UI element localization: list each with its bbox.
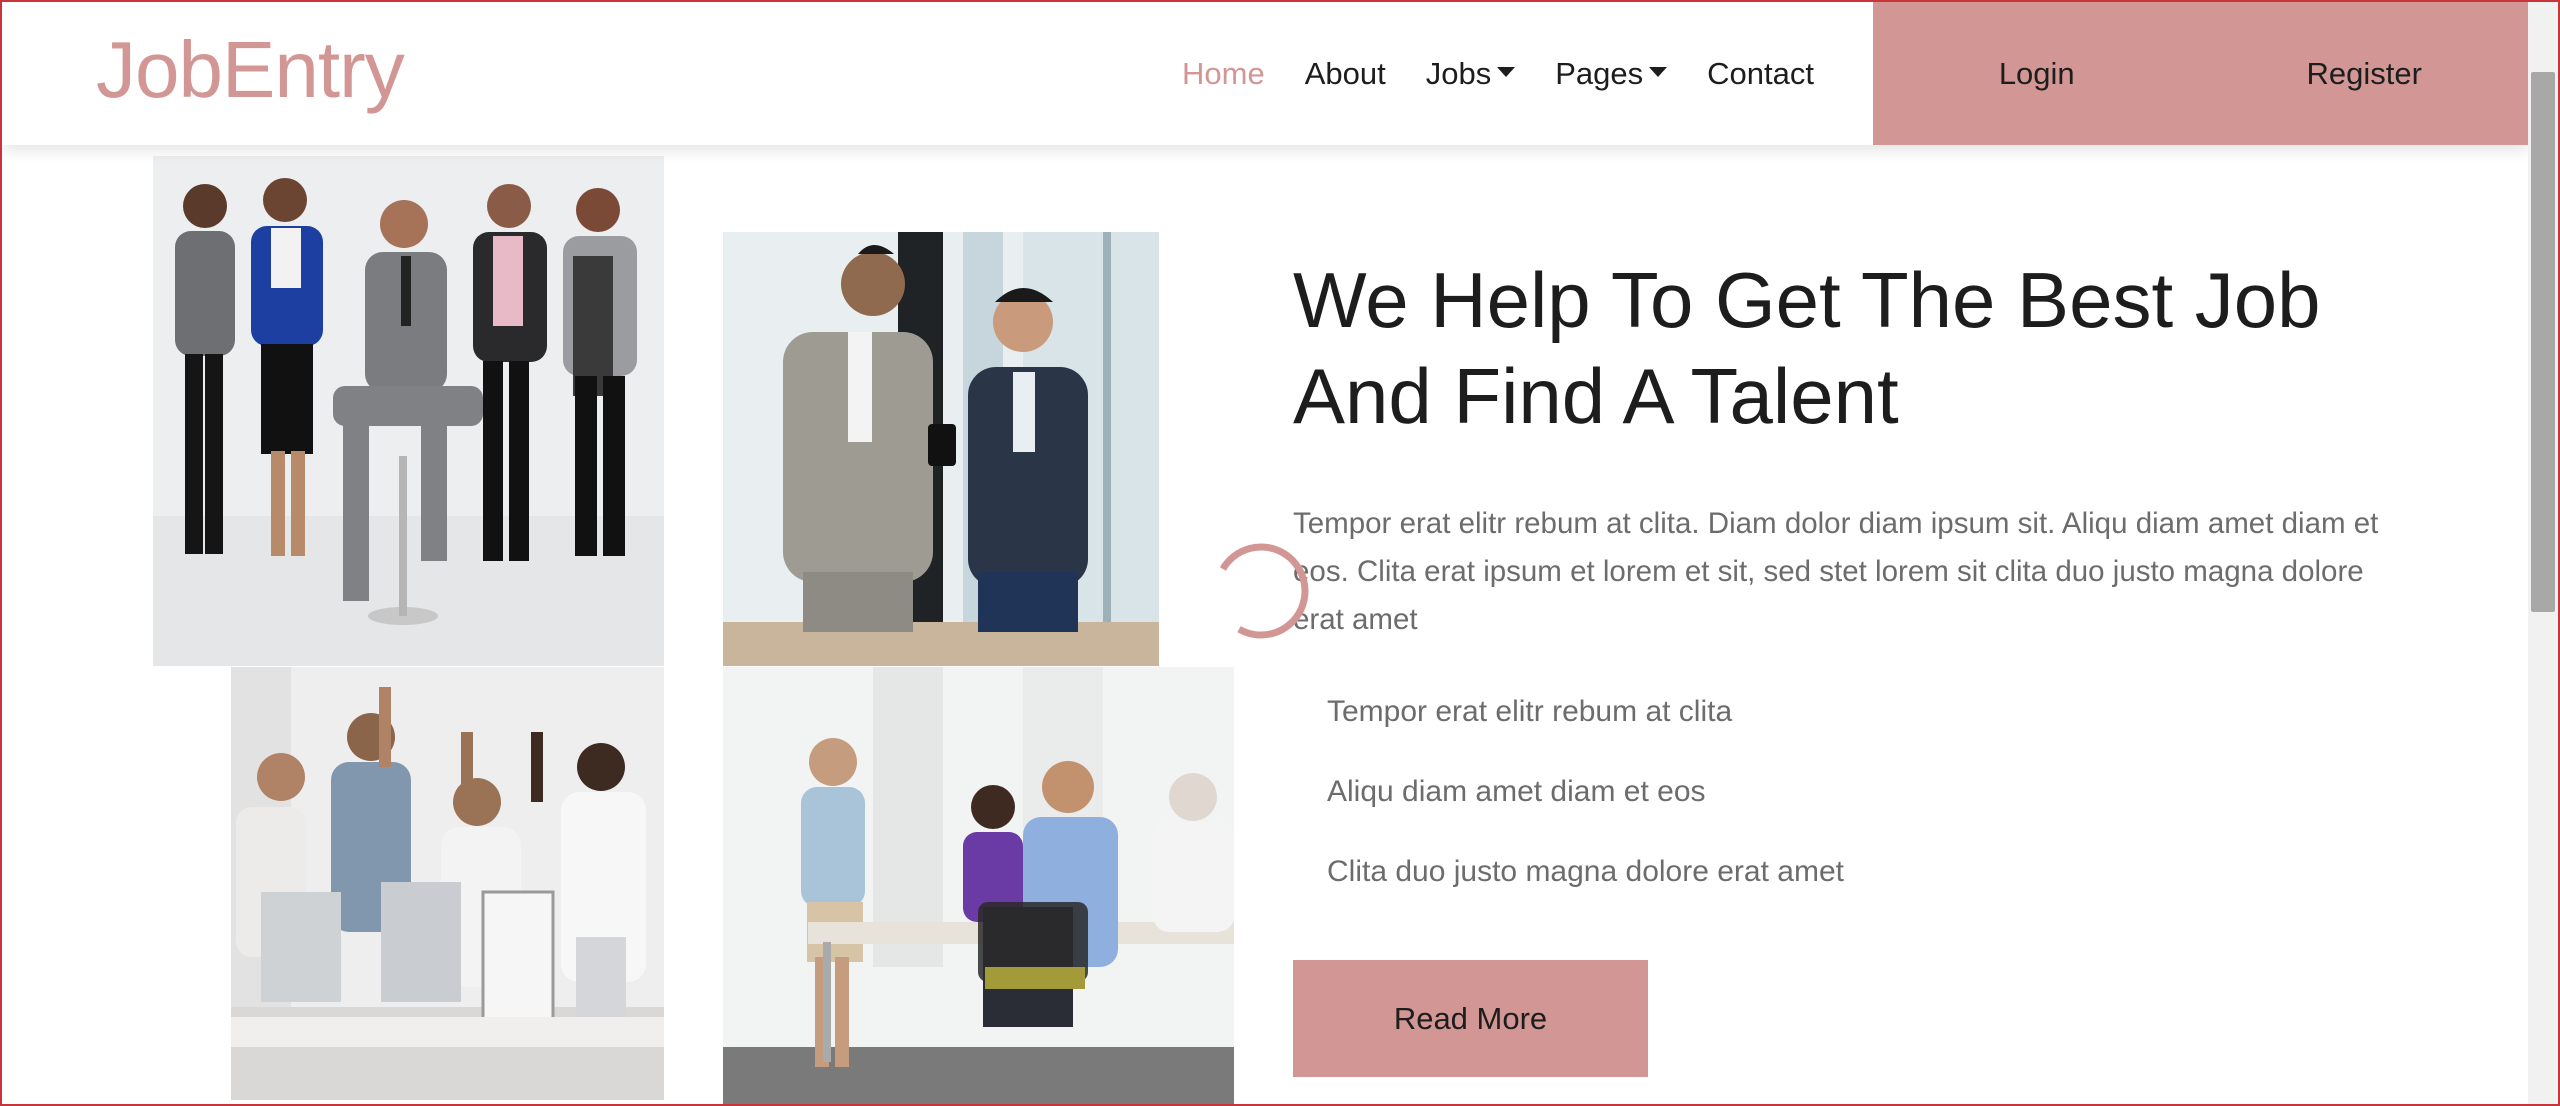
register-label: Register bbox=[2306, 55, 2422, 91]
hero-title: We Help To Get The Best Job And Find A T… bbox=[1293, 252, 2473, 444]
feature-item: Tempor erat elitr rebum at clita bbox=[1327, 695, 1733, 728]
spinner-icon bbox=[1213, 543, 1309, 639]
nav-pages-dropdown[interactable]: Pages bbox=[1555, 55, 1668, 92]
auth-buttons: Login Register bbox=[1873, 2, 2528, 145]
nav-pages-label: Pages bbox=[1555, 55, 1644, 91]
scrollbar-thumb[interactable] bbox=[2531, 72, 2555, 612]
two-men-phone-photo bbox=[723, 232, 1159, 666]
login-label: Login bbox=[1998, 55, 2075, 91]
nav-contact[interactable]: Contact bbox=[1707, 56, 1814, 92]
read-more-label: Read More bbox=[1393, 1000, 1548, 1036]
page-scrollbar[interactable] bbox=[2528, 2, 2558, 1104]
nav-jobs-label: Jobs bbox=[1425, 55, 1492, 91]
read-more-button[interactable]: Read More bbox=[1293, 960, 1648, 1077]
meeting-presentation-photo bbox=[723, 667, 1234, 1104]
login-button[interactable]: Login bbox=[1873, 2, 2201, 145]
nav-home-label: Home bbox=[1182, 55, 1265, 91]
nav-jobs-dropdown[interactable]: Jobs bbox=[1425, 55, 1516, 92]
nav-contact-label: Contact bbox=[1707, 55, 1814, 91]
feature-item: Clita duo justo magna dolore erat amet bbox=[1327, 855, 1844, 888]
feature-item: Aliqu diam amet diam et eos bbox=[1327, 775, 1706, 808]
nav-home[interactable]: Home bbox=[1182, 56, 1265, 92]
hero-description: Tempor erat elitr rebum at clita. Diam d… bbox=[1293, 507, 2379, 636]
office-celebration-photo bbox=[231, 667, 664, 1100]
hero-title-line-1: We Help To Get The Best Job bbox=[1293, 256, 2321, 344]
caret-down-icon bbox=[1649, 66, 1668, 77]
navbar: JobEntry Home About Jobs Pages Contact L… bbox=[2, 2, 2528, 145]
nav-about[interactable]: About bbox=[1305, 56, 1386, 92]
page: JobEntry Home About Jobs Pages Contact L… bbox=[2, 2, 2528, 1104]
brand-logo[interactable]: JobEntry bbox=[96, 24, 405, 116]
nav-menu: Home About Jobs Pages Contact bbox=[1182, 2, 1854, 145]
feature-list: Tempor erat elitr rebum at clita Aliqu d… bbox=[1327, 688, 1844, 928]
nav-about-label: About bbox=[1304, 55, 1386, 91]
register-button[interactable]: Register bbox=[2201, 2, 2529, 145]
team-group-photo bbox=[153, 156, 664, 666]
caret-down-icon bbox=[1497, 66, 1516, 77]
hero-title-line-2: And Find A Talent bbox=[1293, 352, 1899, 440]
